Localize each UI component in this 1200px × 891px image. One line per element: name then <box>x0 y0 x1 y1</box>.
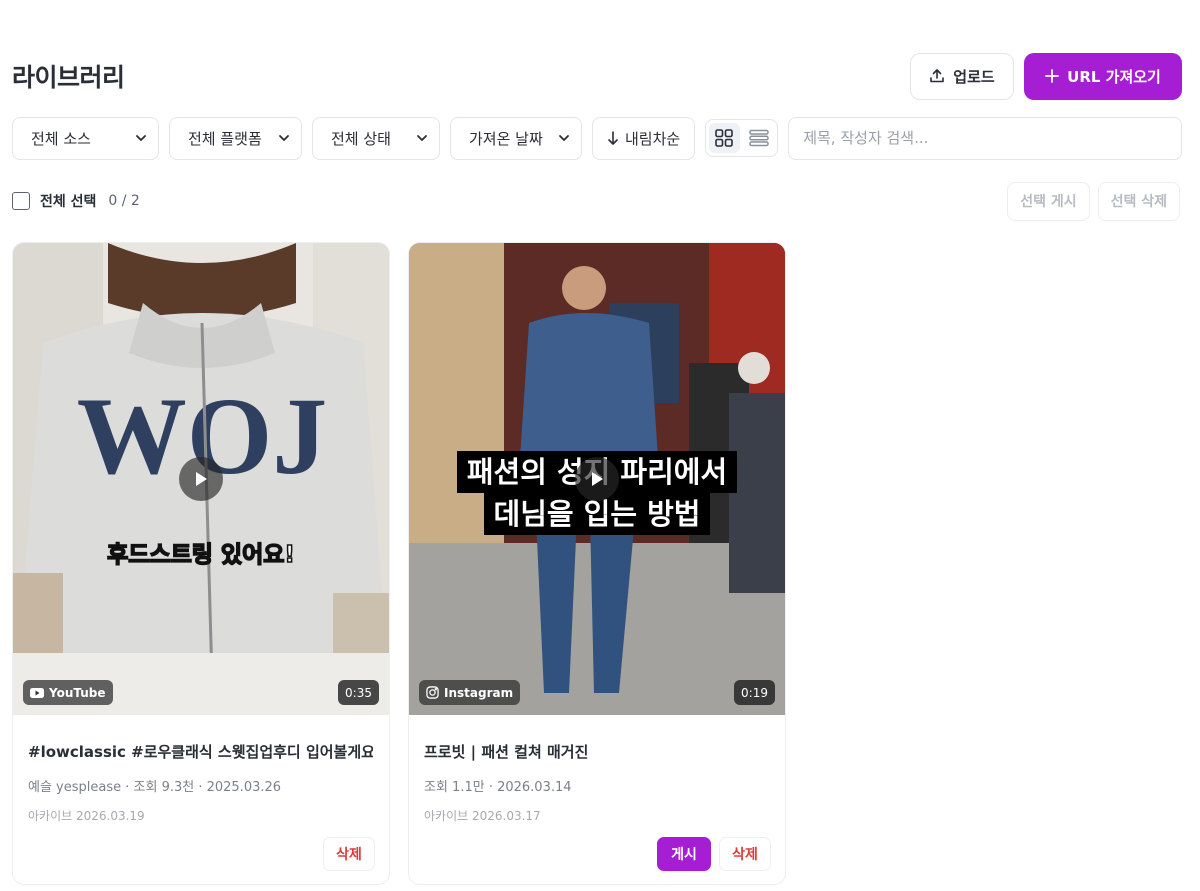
source-select[interactable]: 전체 소스 <box>12 116 159 160</box>
page-header: 라이브러리 업로드 URL 가져오기 <box>12 52 1182 100</box>
platform-label: YouTube <box>49 685 106 700</box>
play-button[interactable] <box>575 457 619 501</box>
date-select[interactable]: 가져온 날짜 <box>450 116 582 160</box>
bulk-actions: 선택 게시 선택 삭제 <box>1007 181 1180 221</box>
card-title: #lowclassic #로우클래식 스웻집업후디 입어볼게요 # <box>28 743 373 761</box>
plus-icon <box>1045 69 1060 83</box>
card-title: 프로빗 | 패션 컬쳐 매거진 <box>424 743 589 761</box>
card-body: 프로빗 | 패션 컬쳐 매거진 조회 1.1만 · 2026.03.14 아카이… <box>409 715 785 884</box>
chevron-down-icon <box>279 135 289 141</box>
platform-select[interactable]: 전체 플랫폼 <box>169 116 302 160</box>
select-all-label: 전체 선택 <box>40 194 97 210</box>
post-button[interactable]: 게시 <box>657 837 711 871</box>
import-url-label: URL 가져오기 <box>1067 67 1161 86</box>
status-select[interactable]: 전체 상태 <box>312 116 440 160</box>
list-icon <box>749 129 769 147</box>
card-body: #lowclassic #로우클래식 스웻집업후디 입어볼게요 # 예슬 yes… <box>13 715 389 884</box>
video-card[interactable]: 패션의 성지 파리에서 데님을 입는 방법 Instagram 0:19 프로빗… <box>408 242 786 885</box>
platform-label: Instagram <box>444 685 514 700</box>
select-all-checkbox[interactable] <box>12 192 30 210</box>
card-actions: 삭제 <box>323 837 375 871</box>
card-meta: 조회 1.1만 · 2026.03.14 <box>424 780 572 795</box>
list-view-button[interactable] <box>744 123 775 153</box>
platform-badge: YouTube <box>23 680 113 705</box>
video-caption: 후드스트링 있어요! <box>106 541 295 569</box>
duration-badge: 0:35 <box>338 680 379 705</box>
page-title: 라이브러리 <box>12 63 125 92</box>
view-toggle <box>705 119 779 157</box>
upload-button[interactable]: 업로드 <box>910 52 1014 100</box>
card-meta: 예슬 yesplease · 조회 9.3천 · 2025.03.26 <box>28 780 282 795</box>
grid-view-button[interactable] <box>709 123 740 153</box>
search-input[interactable] <box>788 116 1182 160</box>
delete-button[interactable]: 삭제 <box>323 837 375 871</box>
upload-label: 업로드 <box>953 67 995 86</box>
play-icon <box>196 472 207 486</box>
chevron-down-icon <box>417 135 427 141</box>
chevron-down-icon <box>559 135 569 141</box>
sort-label: 내림차순 <box>625 129 681 148</box>
bulk-delete-button[interactable]: 선택 삭제 <box>1097 181 1180 221</box>
arrow-down-icon <box>608 131 618 145</box>
bulk-post-button[interactable]: 선택 게시 <box>1007 181 1090 221</box>
video-card[interactable]: WOJ 후드스트링 있어요! YouTube 0:35 #lowclassic … <box>12 242 390 885</box>
selection-bar: 전체 선택 0 / 2 선택 게시 선택 삭제 <box>12 181 1180 221</box>
video-thumbnail[interactable]: WOJ 후드스트링 있어요! YouTube 0:35 <box>13 243 389 715</box>
play-button[interactable] <box>179 457 223 501</box>
sort-button[interactable]: 내림차순 <box>592 116 696 160</box>
source-select-value: 전체 소스 <box>31 129 91 148</box>
delete-button[interactable]: 삭제 <box>719 837 771 871</box>
card-actions: 게시 삭제 <box>657 837 771 871</box>
header-actions: 업로드 URL 가져오기 <box>910 52 1182 100</box>
card-archive-date: 아카이브 2026.03.17 <box>424 809 541 823</box>
video-thumbnail[interactable]: 패션의 성지 파리에서 데님을 입는 방법 Instagram 0:19 <box>409 243 785 715</box>
card-archive-date: 아카이브 2026.03.19 <box>28 809 145 823</box>
platform-badge: Instagram <box>419 680 521 705</box>
platform-select-value: 전체 플랫폼 <box>188 129 262 148</box>
select-all-group: 전체 선택 0 / 2 <box>12 191 140 211</box>
import-url-button[interactable]: URL 가져오기 <box>1024 52 1182 100</box>
youtube-icon <box>30 687 44 698</box>
chevron-down-icon <box>136 135 146 141</box>
duration-badge: 0:19 <box>734 680 775 705</box>
status-select-value: 전체 상태 <box>331 129 391 148</box>
instagram-icon <box>426 686 439 699</box>
selection-count: 0 / 2 <box>108 193 140 209</box>
upload-icon <box>930 69 945 83</box>
filter-bar: 전체 소스 전체 플랫폼 전체 상태 가져온 날짜 내림차순 <box>12 116 1182 160</box>
play-icon <box>592 472 603 486</box>
date-select-value: 가져온 날짜 <box>469 129 543 148</box>
grid-icon <box>715 129 734 147</box>
